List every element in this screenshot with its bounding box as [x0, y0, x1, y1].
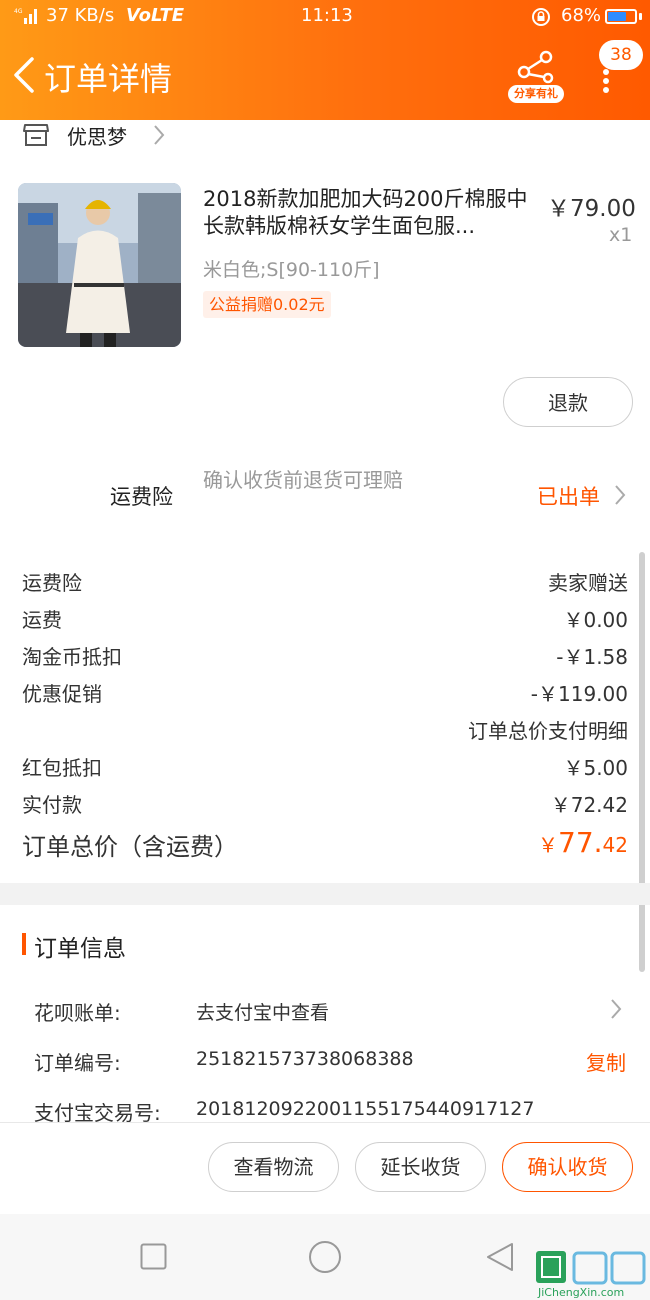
confirm-receipt-button[interactable]: 确认收货	[502, 1142, 633, 1192]
network-speed: 37 KB/s	[46, 5, 115, 26]
summary-value: ￥72.42	[550, 793, 628, 817]
insurance-status[interactable]: 已出单	[537, 481, 600, 511]
chevron-right-icon	[611, 999, 622, 1019]
svg-text:4G: 4G	[14, 8, 23, 15]
chevron-right-icon	[154, 125, 165, 145]
order-total-label: 订单总价（含运费）	[22, 833, 238, 861]
total-currency: ￥	[538, 833, 559, 857]
alipay-transaction-number: 2018120922001155175440917127	[196, 1098, 535, 1120]
info-value: 去支付宝中查看	[196, 1002, 330, 1024]
page-title: 订单详情	[44, 60, 173, 98]
insurance-description: 确认收货前退货可理赔	[203, 468, 403, 492]
summary-value: -￥1.58	[556, 645, 628, 669]
battery-percent: 68%	[561, 5, 602, 26]
battery-cap	[639, 13, 642, 20]
info-label: 花呗账单:	[34, 1001, 121, 1025]
svg-text:JiChengXin.com: JiChengXin.com	[537, 1286, 624, 1299]
summary-label: 优惠促销	[22, 682, 102, 706]
back-icon[interactable]	[484, 1241, 516, 1273]
battery-icon	[605, 9, 637, 24]
summary-value: ￥0.00	[563, 608, 628, 632]
clock: 11:13	[301, 5, 353, 26]
share-button[interactable]: 分享有礼	[506, 50, 568, 104]
volte-indicator: VoLTE	[126, 5, 185, 26]
product-image[interactable]	[18, 183, 181, 347]
summary-label: 实付款	[22, 793, 82, 817]
watermark-logo: JiChengXin.com	[536, 1251, 646, 1299]
section-divider	[0, 883, 650, 905]
message-count-badge[interactable]: 38	[599, 40, 643, 70]
summary-label: 淘金币抵扣	[22, 645, 122, 669]
refund-button[interactable]: 退款	[503, 377, 633, 427]
view-logistics-button[interactable]: 查看物流	[208, 1142, 339, 1192]
product-sku: 米白色;S[90-110斤]	[203, 259, 380, 281]
more-icon[interactable]	[601, 68, 611, 94]
section-accent-bar	[22, 933, 26, 955]
chevron-right-icon	[615, 485, 626, 505]
order-number: 251821573738068388	[196, 1048, 414, 1070]
insurance-label: 运费险	[110, 485, 173, 509]
summary-value: 卖家赠送	[548, 571, 628, 595]
recent-apps-icon[interactable]	[140, 1243, 167, 1270]
payment-detail-link[interactable]: 订单总价支付明细	[468, 715, 628, 744]
charity-badge: 公益捐赠0.02元	[203, 291, 331, 318]
extend-receipt-button[interactable]: 延长收货	[355, 1142, 486, 1192]
home-icon[interactable]	[308, 1240, 342, 1274]
share-label: 分享有礼	[508, 85, 564, 103]
product-price: ￥79.00	[547, 196, 636, 222]
scrollbar[interactable]	[639, 552, 645, 972]
summary-value: -￥119.00	[530, 682, 628, 706]
product-quantity: x1	[609, 224, 633, 246]
order-total-value: ￥77.42	[538, 826, 628, 859]
summary-label: 运费	[22, 608, 62, 632]
order-info-title: 订单信息	[34, 936, 126, 962]
copy-button[interactable]: 复制	[586, 1047, 626, 1076]
shop-name[interactable]: 优思梦	[67, 121, 127, 150]
signal-icon: 4G	[14, 8, 37, 24]
summary-label: 运费险	[22, 571, 82, 595]
share-icon	[517, 50, 554, 84]
rotation-lock-icon	[532, 8, 550, 26]
total-decimal: 42	[602, 833, 628, 857]
total-integer: 77.	[558, 826, 603, 859]
summary-value: ￥5.00	[563, 756, 628, 780]
summary-label: 红包抵扣	[22, 756, 102, 780]
product-title[interactable]: 2018新款加肥加大码200斤棉服中长款韩版棉袄女学生面包服...	[203, 186, 533, 240]
info-label: 订单编号:	[34, 1051, 121, 1075]
shop-icon	[23, 124, 49, 146]
back-arrow-icon[interactable]	[10, 56, 36, 94]
